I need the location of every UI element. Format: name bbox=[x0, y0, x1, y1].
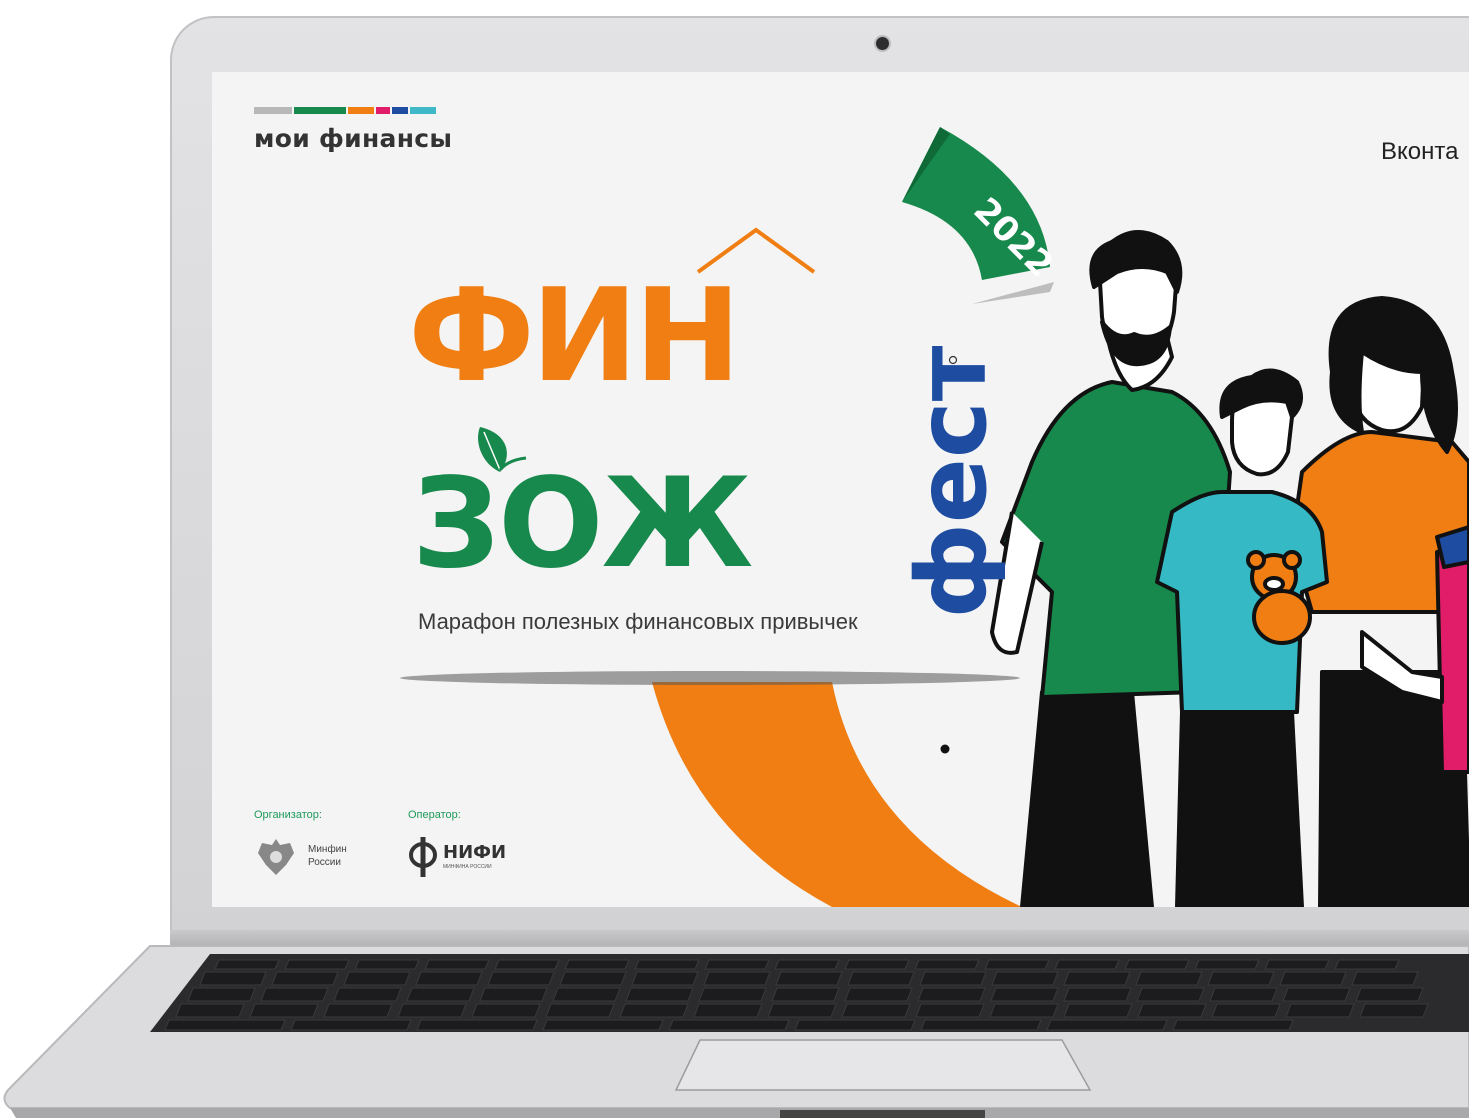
keyboard-key[interactable] bbox=[631, 971, 699, 986]
keyboard-key[interactable] bbox=[1124, 959, 1190, 970]
keyboard-key[interactable] bbox=[199, 971, 267, 986]
year-badge-text: 2022 bbox=[966, 190, 1061, 285]
keyboard-key[interactable] bbox=[991, 971, 1059, 986]
keyboard-key[interactable] bbox=[767, 1003, 837, 1018]
keyboard-key[interactable] bbox=[698, 987, 767, 1002]
keyboard-key[interactable] bbox=[249, 1003, 319, 1018]
organizer-name-line2: России bbox=[308, 857, 341, 868]
keyboard-key[interactable] bbox=[844, 959, 910, 970]
keyboard-key[interactable] bbox=[774, 959, 840, 970]
keyboard-key[interactable] bbox=[487, 971, 555, 986]
keyboard-key[interactable] bbox=[290, 1019, 412, 1031]
keyboard-key[interactable] bbox=[1211, 1003, 1281, 1018]
keyboard-key[interactable] bbox=[634, 959, 700, 970]
keyboard-key[interactable] bbox=[984, 959, 1050, 970]
keyboard-key[interactable] bbox=[424, 959, 490, 970]
keyboard-key[interactable] bbox=[1172, 1019, 1294, 1031]
keyboard-key[interactable] bbox=[1207, 971, 1275, 986]
keyboard-key[interactable] bbox=[1194, 959, 1260, 970]
operator-sub: МИНФИНА РОССИИ bbox=[443, 864, 492, 870]
keyboard-key[interactable] bbox=[990, 987, 1059, 1002]
keyboard-key[interactable] bbox=[989, 1003, 1059, 1018]
laptop-base bbox=[3, 945, 1469, 1118]
keyboard-key[interactable] bbox=[1209, 987, 1278, 1002]
keyboard-key[interactable] bbox=[693, 1003, 763, 1018]
keyboard-key[interactable] bbox=[187, 987, 256, 1002]
keyboard-key[interactable] bbox=[1137, 1003, 1207, 1018]
keyboard-key[interactable] bbox=[552, 987, 621, 1002]
keyboard-key[interactable] bbox=[619, 1003, 689, 1018]
webcam-icon bbox=[876, 37, 889, 50]
laptop-screen: мои финансы Вконта ФИН ЗОЖ фест 2022 Мар… bbox=[212, 72, 1469, 907]
keyboard-key[interactable] bbox=[397, 1003, 467, 1018]
keyboard-key[interactable] bbox=[1136, 987, 1205, 1002]
keyboard-key[interactable] bbox=[164, 1019, 286, 1031]
keyboard-key[interactable] bbox=[494, 959, 560, 970]
keyboard-key[interactable] bbox=[175, 1003, 245, 1018]
keyboard-key[interactable] bbox=[260, 987, 329, 1002]
nifi-logo-icon bbox=[409, 837, 437, 877]
keyboard-key[interactable] bbox=[1054, 959, 1120, 970]
keyboard-key[interactable] bbox=[703, 971, 771, 986]
keyboard-key[interactable] bbox=[920, 1019, 1042, 1031]
keyboard-key[interactable] bbox=[214, 959, 280, 970]
keyboard-key[interactable] bbox=[406, 987, 475, 1002]
keyboard-key[interactable] bbox=[1063, 987, 1132, 1002]
keyboard-key[interactable] bbox=[333, 987, 402, 1002]
keyboard-key[interactable] bbox=[343, 971, 411, 986]
keyboard-key[interactable] bbox=[844, 987, 913, 1002]
keyboard-key[interactable] bbox=[1351, 971, 1419, 986]
keyboard-key[interactable] bbox=[479, 987, 548, 1002]
hero-subtitle: Марафон полезных финансовых привычек bbox=[418, 609, 858, 634]
organizer-name-line1: Минфин bbox=[308, 844, 347, 855]
keyboard-key[interactable] bbox=[564, 959, 630, 970]
keyboard-key[interactable] bbox=[668, 1019, 790, 1031]
keyboard-key[interactable] bbox=[1135, 971, 1203, 986]
keyboard-key[interactable] bbox=[919, 971, 987, 986]
keyboard-key[interactable] bbox=[545, 1003, 615, 1018]
keyboard-key[interactable] bbox=[1063, 971, 1131, 986]
keyboard-key[interactable] bbox=[1046, 1019, 1168, 1031]
keyboard-key[interactable] bbox=[542, 1019, 664, 1031]
keyboard-key[interactable] bbox=[1355, 987, 1424, 1002]
keyboard-key[interactable] bbox=[1359, 1003, 1429, 1018]
keyboard-key[interactable] bbox=[1063, 1003, 1133, 1018]
keyboard-key[interactable] bbox=[559, 971, 627, 986]
keyboard-key[interactable] bbox=[847, 971, 915, 986]
keyboard-key[interactable] bbox=[771, 987, 840, 1002]
keyboard-key[interactable] bbox=[917, 987, 986, 1002]
keyboard-key[interactable] bbox=[841, 1003, 911, 1018]
keyboard-key[interactable] bbox=[704, 959, 770, 970]
organizer-label: Организатор: bbox=[254, 809, 322, 821]
keyboard-key[interactable] bbox=[1282, 987, 1351, 1002]
keyboard-key[interactable] bbox=[1279, 971, 1347, 986]
keyboard-key[interactable] bbox=[794, 1019, 916, 1031]
keyboard-key[interactable] bbox=[415, 971, 483, 986]
keyboard-key[interactable] bbox=[471, 1003, 541, 1018]
year-badge: 2022 bbox=[966, 190, 1061, 285]
keyboard-key[interactable] bbox=[1285, 1003, 1355, 1018]
keyboard-key[interactable] bbox=[625, 987, 694, 1002]
keyboard-key[interactable] bbox=[775, 971, 843, 986]
operator-label: Оператор: bbox=[408, 809, 461, 821]
keyboard-key[interactable] bbox=[915, 1003, 985, 1018]
coat-of-arms-icon bbox=[258, 839, 294, 875]
keyboard-key[interactable] bbox=[354, 959, 420, 970]
keyboard-key[interactable] bbox=[271, 971, 339, 986]
trackpad[interactable] bbox=[674, 1039, 1092, 1091]
keyboard-key[interactable] bbox=[914, 959, 980, 970]
operator-name: НИФИ bbox=[443, 842, 507, 863]
keyboard-key[interactable] bbox=[416, 1019, 538, 1031]
keyboard-key[interactable] bbox=[284, 959, 350, 970]
keyboard-key[interactable] bbox=[1334, 959, 1400, 970]
keyboard-key[interactable] bbox=[323, 1003, 393, 1018]
keyboard-key[interactable] bbox=[1264, 959, 1330, 970]
